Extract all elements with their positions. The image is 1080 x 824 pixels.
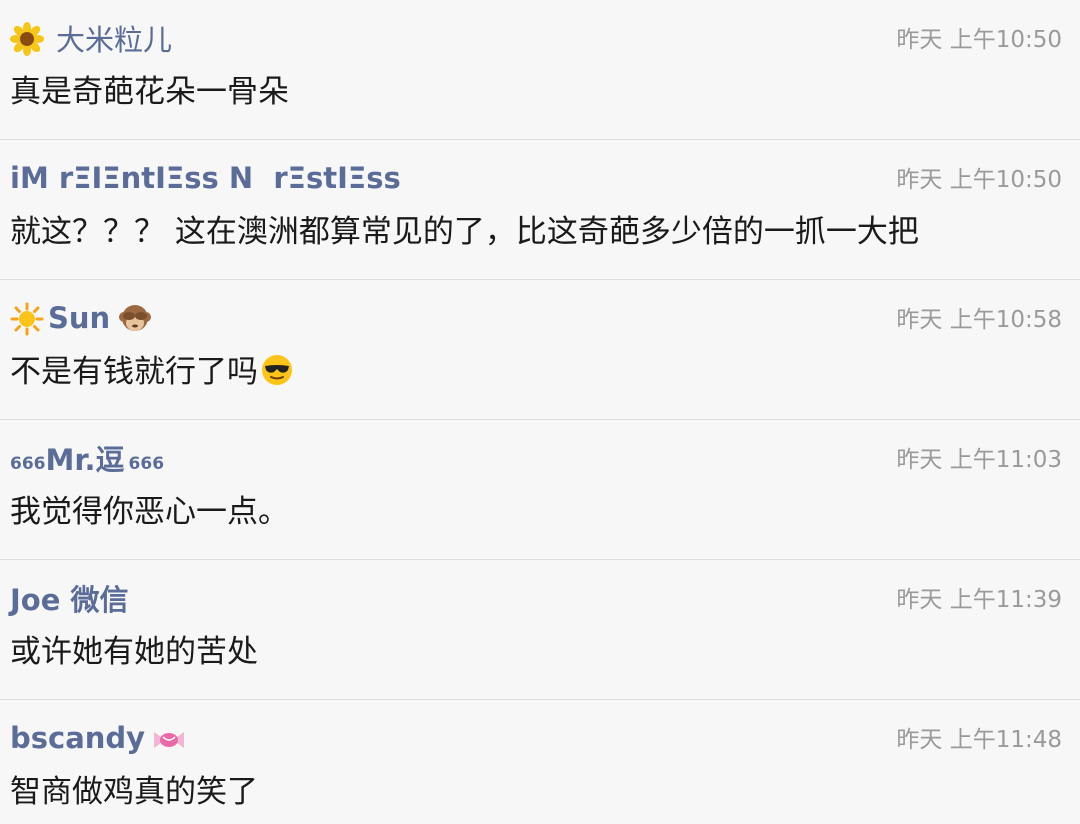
comment-timestamp: 昨天 上午10:50 bbox=[896, 27, 1062, 53]
username-suffix: 666 bbox=[128, 454, 165, 474]
comment-header: iM rΞIΞntIΞss N rΞstIΞss 昨天 上午10:50 bbox=[10, 156, 1070, 200]
comment-header: bscandy 昨天 上午11:48 bbox=[10, 716, 1070, 760]
comment-username[interactable]: Sun bbox=[48, 301, 110, 335]
comment-timestamp: 昨天 上午10:50 bbox=[896, 167, 1062, 193]
comment-username-row[interactable]: bscandy bbox=[10, 721, 187, 755]
comment-text-row: 不是有钱就行了吗 bbox=[10, 346, 294, 391]
comment-item: bscandy 昨天 上午11:48 智商做鸡真的笑了 bbox=[0, 700, 1080, 824]
comment-timestamp: 昨天 上午11:48 bbox=[896, 727, 1062, 753]
comment-header: Joe 微信 昨天 上午11:39 bbox=[10, 576, 1070, 620]
comment-text: 真是奇葩花朵一骨朵 bbox=[10, 74, 289, 110]
sunflower-icon bbox=[10, 20, 44, 56]
sun-icon bbox=[10, 300, 44, 336]
comment-username-row[interactable]: Sun bbox=[10, 300, 152, 336]
comment-item: 大米粒儿 昨天 上午10:50 真是奇葩花朵一骨朵 bbox=[0, 0, 1080, 140]
comment-username-row[interactable]: iM rΞIΞntIΞss N rΞstIΞss bbox=[10, 161, 401, 195]
comment-username[interactable]: Mr.逗 bbox=[46, 437, 125, 479]
sunglasses-face-icon bbox=[260, 350, 294, 387]
comment-text: 就这？？？ 这在澳洲都算常见的了，比这奇葩多少倍的一抓一大把 bbox=[10, 214, 919, 250]
comment-header: 666 Mr.逗 666 昨天 上午11:03 bbox=[10, 436, 1070, 480]
comment-text: 不是有钱就行了吗 bbox=[10, 354, 258, 390]
comment-username[interactable]: 大米粒儿 bbox=[56, 17, 172, 59]
comment-username-row[interactable]: 666 Mr.逗 666 bbox=[10, 437, 164, 479]
comment-list: 大米粒儿 昨天 上午10:50 真是奇葩花朵一骨朵 iM rΞIΞntIΞss … bbox=[0, 0, 1080, 824]
comment-timestamp: 昨天 上午11:03 bbox=[896, 447, 1062, 473]
comment-item: Joe 微信 昨天 上午11:39 或许她有她的苦处 bbox=[0, 560, 1080, 700]
comment-item: Sun 昨天 上午10:58 不是有钱就行了吗 bbox=[0, 280, 1080, 420]
username-prefix: 666 bbox=[10, 454, 46, 474]
comment-header: 大米粒儿 昨天 上午10:50 bbox=[10, 16, 1070, 60]
comment-item: 666 Mr.逗 666 昨天 上午11:03 我觉得你恶心一点。 bbox=[0, 420, 1080, 560]
comment-username-row[interactable]: Joe 微信 bbox=[10, 577, 128, 619]
comment-username[interactable]: bscandy bbox=[10, 721, 145, 755]
comment-header: Sun 昨天 上午10:58 bbox=[10, 296, 1070, 340]
comment-text: 我觉得你恶心一点。 bbox=[10, 494, 289, 530]
comment-username-row[interactable]: 大米粒儿 bbox=[10, 17, 172, 59]
comment-text: 智商做鸡真的笑了 bbox=[10, 774, 258, 810]
comment-username[interactable]: Joe 微信 bbox=[10, 577, 128, 619]
candy-icon bbox=[151, 721, 187, 755]
comment-item: iM rΞIΞntIΞss N rΞstIΞss 昨天 上午10:50 就这？？… bbox=[0, 140, 1080, 280]
comment-username[interactable]: iM rΞIΞntIΞss N rΞstIΞss bbox=[10, 161, 401, 195]
comment-timestamp: 昨天 上午11:39 bbox=[896, 587, 1062, 613]
comment-timestamp: 昨天 上午10:58 bbox=[896, 307, 1062, 333]
comment-text: 或许她有她的苦处 bbox=[10, 634, 258, 670]
see-no-evil-monkey-icon bbox=[118, 300, 152, 336]
